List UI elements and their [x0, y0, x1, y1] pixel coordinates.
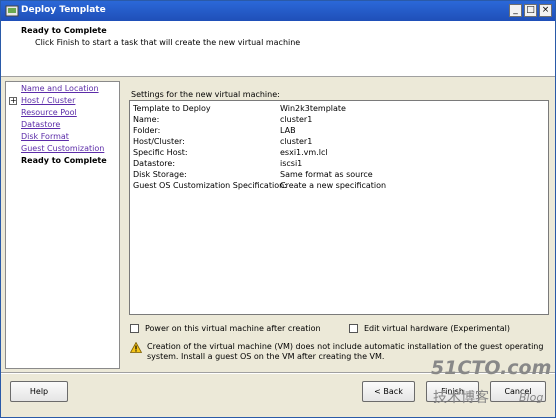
settings-row: Disk Storage: Same format as source [133, 170, 373, 179]
wizard-header: Ready to Complete Click Finish to start … [1, 21, 555, 77]
guest-os-note: Creation of the virtual machine (VM) doe… [147, 342, 544, 361]
title-bar[interactable]: Deploy Template _ □ × [1, 1, 555, 21]
nav-item-disk-format[interactable]: Disk Format [21, 132, 69, 141]
finish-button[interactable]: Finish [426, 381, 479, 402]
settings-value: cluster1 [280, 115, 313, 124]
settings-row: Folder: LAB [133, 126, 296, 135]
page-title: Ready to Complete [21, 26, 107, 35]
help-button[interactable]: Help [10, 381, 68, 402]
minimize-button[interactable]: _ [509, 4, 522, 17]
settings-value: esxi1.vm.lcl [280, 148, 328, 157]
deploy-template-window: Deploy Template _ □ × Ready to Complete … [0, 0, 556, 418]
settings-key: Template to Deploy [133, 104, 211, 113]
expand-icon[interactable]: + [9, 97, 17, 105]
back-button[interactable]: < Back [362, 381, 415, 402]
vm-template-icon [5, 5, 19, 17]
settings-row: Specific Host: esxi1.vm.lcl [133, 148, 328, 157]
power-on-checkbox[interactable] [130, 324, 139, 333]
settings-value: Win2k3template [280, 104, 346, 113]
settings-label: Settings for the new virtual machine: [131, 90, 280, 99]
settings-key: Name: [133, 115, 160, 124]
cancel-button[interactable]: Cancel [490, 381, 546, 402]
wizard-steps-nav: Name and Location + Host / Cluster Resou… [5, 81, 120, 369]
nav-item-host-cluster[interactable]: Host / Cluster [21, 96, 75, 105]
settings-key: Folder: [133, 126, 161, 135]
maximize-button[interactable]: □ [524, 4, 537, 17]
settings-key: Datastore: [133, 159, 176, 168]
settings-row: Template to Deploy Win2k3template [133, 104, 346, 113]
settings-key: Guest OS Customization Specification: [133, 181, 287, 190]
window-title: Deploy Template [21, 5, 106, 15]
edit-hardware-checkbox[interactable] [349, 324, 358, 333]
close-button[interactable]: × [539, 4, 552, 17]
settings-value: Same format as source [280, 170, 373, 179]
nav-item-ready-to-complete: Ready to Complete [21, 156, 107, 165]
settings-key: Host/Cluster: [133, 137, 185, 146]
nav-item-datastore[interactable]: Datastore [21, 120, 60, 129]
settings-row: Datastore: iscsi1 [133, 159, 302, 168]
edit-hardware-label[interactable]: Edit virtual hardware (Experimental) [364, 324, 510, 333]
settings-value: cluster1 [280, 137, 313, 146]
power-on-label[interactable]: Power on this virtual machine after crea… [145, 324, 321, 333]
settings-value: iscsi1 [280, 159, 303, 168]
settings-summary: Template to Deploy Win2k3template Name: cl… [129, 100, 549, 315]
warning-icon [130, 342, 142, 353]
settings-key: Specific Host: [133, 148, 188, 157]
settings-row: Guest OS Customization Specification: Cre… [133, 181, 386, 190]
nav-item-guest-customization[interactable]: Guest Customization [21, 144, 104, 153]
settings-key: Disk Storage: [133, 170, 187, 179]
page-subtitle: Click Finish to start a task that will c… [35, 38, 301, 47]
nav-item-name-and-location[interactable]: Name and Location [21, 84, 99, 93]
settings-row: Host/Cluster: cluster1 [133, 137, 312, 146]
settings-row: Name: cluster1 [133, 115, 312, 124]
nav-item-resource-pool[interactable]: Resource Pool [21, 108, 77, 117]
settings-value: LAB [280, 126, 296, 135]
settings-value: Create a new specification [280, 181, 387, 190]
footer-divider [1, 372, 555, 374]
